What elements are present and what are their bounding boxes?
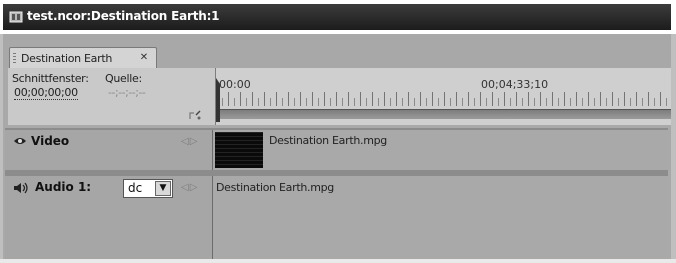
source-window-label: Schnittfenster: [12, 72, 89, 85]
work-area-bar[interactable] [216, 109, 671, 119]
video-clip-label[interactable]: Destination Earth.mpg [269, 134, 387, 147]
audio-track-header[interactable]: Audio 1: dc ▼ ◁▷ [5, 176, 213, 259]
audio-clip-label[interactable]: Destination Earth.mpg [216, 181, 334, 194]
tab-label: Destination Earth [21, 52, 113, 65]
app-icon [9, 11, 23, 23]
video-track-content[interactable]: Destination Earth.mpg [213, 130, 668, 170]
video-track: Video ◁▷ Destination Earth.mpg [5, 130, 668, 170]
keyframe-nav-icon[interactable]: ◁▷ [181, 182, 198, 193]
keyframe-nav-icon[interactable]: ◁▷ [181, 136, 198, 147]
ruler-marker-time: 00;04;33;10 [481, 78, 549, 91]
speaker-icon[interactable] [13, 182, 29, 194]
video-clip-thumbnail[interactable] [215, 132, 263, 168]
audio-channel-select[interactable]: dc ▼ [123, 179, 173, 198]
snap-icon[interactable] [188, 109, 202, 121]
audio-channel-value: dc [128, 181, 143, 195]
audio-track-content[interactable]: Destination Earth.mpg [213, 176, 668, 259]
title-bar[interactable]: test.ncor:Destination Earth:1 [0, 0, 676, 34]
window-bottom-edge [0, 259, 676, 263]
dropdown-arrow-icon[interactable]: ▼ [155, 181, 171, 196]
source-timecode[interactable]: --;--;--;-- [108, 86, 146, 99]
playhead-icon[interactable] [216, 78, 220, 122]
time-ruler[interactable]: 00:00 00;04;33;10 [216, 68, 671, 125]
audio-track-name: Audio 1: [35, 180, 92, 194]
timecode-area: Schnittfenster: Quelle: 00;00;00;00 --;-… [8, 68, 216, 125]
tab-strip: Destination Earth ✕ [3, 34, 671, 70]
ruler-start-time: 00:00 [219, 78, 251, 91]
timeline-header: Schnittfenster: Quelle: 00;00;00;00 --;-… [8, 68, 671, 125]
eye-icon[interactable] [13, 136, 27, 146]
timeline-window: test.ncor:Destination Earth:1 Destinatio… [0, 0, 676, 263]
tab-destination-earth[interactable]: Destination Earth ✕ [9, 47, 157, 70]
ruler-minor-ticks [222, 98, 671, 106]
audio-track: Audio 1: dc ▼ ◁▷ Destination Earth.mpg [5, 176, 668, 259]
window-title: test.ncor:Destination Earth:1 [27, 9, 220, 23]
source-label: Quelle: [105, 72, 142, 85]
video-track-header[interactable]: Video ◁▷ [5, 130, 213, 170]
timeline-timecode[interactable]: 00;00;00;00 [14, 86, 78, 100]
video-track-name: Video [31, 134, 70, 148]
tab-grip-icon[interactable] [13, 53, 16, 64]
title-bar-inner: test.ncor:Destination Earth:1 [3, 4, 671, 30]
close-icon[interactable]: ✕ [138, 52, 150, 64]
